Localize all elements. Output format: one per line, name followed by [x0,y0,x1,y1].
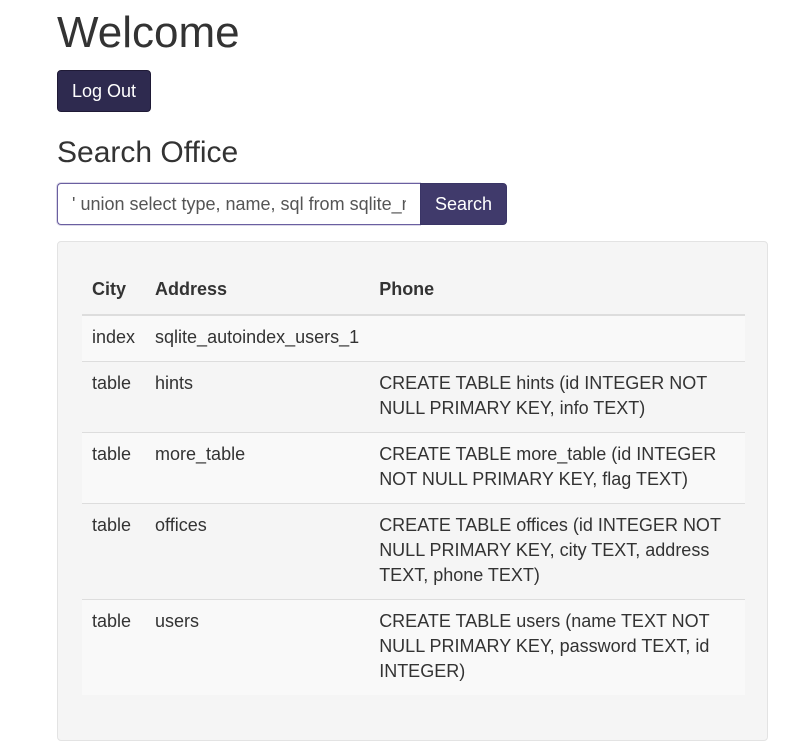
cell-phone: CREATE TABLE offices (id INTEGER NOT NUL… [369,503,745,600]
cell-city: table [82,361,146,433]
table-row: table users CREATE TABLE users (name TEX… [82,599,745,695]
column-header-city: City [82,266,146,316]
table-header-row: City Address Phone [82,266,745,316]
page: Welcome Log Out Search Office Search Cit… [0,0,797,752]
cell-city: index [82,314,146,362]
column-header-address: Address [145,266,370,316]
cell-city: table [82,432,146,504]
page-title: Welcome [57,8,240,57]
column-header-phone: Phone [369,266,745,316]
cell-address: hints [145,361,370,433]
results-panel: City Address Phone index sqlite_autoinde… [57,241,768,741]
cell-address: users [145,599,370,695]
search-input[interactable] [57,183,420,225]
cell-address: offices [145,503,370,600]
cell-city: table [82,599,146,695]
table-row: table more_table CREATE TABLE more_table… [82,432,745,504]
cell-city: table [82,503,146,600]
cell-phone [369,314,745,362]
cell-phone: CREATE TABLE hints (id INTEGER NOT NULL … [369,361,745,433]
search-form: Search [57,183,507,225]
results-table: City Address Phone index sqlite_autoinde… [82,266,745,695]
cell-phone: CREATE TABLE more_table (id INTEGER NOT … [369,432,745,504]
cell-address: more_table [145,432,370,504]
table-row: table hints CREATE TABLE hints (id INTEG… [82,361,745,433]
logout-button[interactable]: Log Out [57,70,151,112]
search-office-heading: Search Office [57,136,239,169]
search-button[interactable]: Search [420,183,507,225]
cell-phone: CREATE TABLE users (name TEXT NOT NULL P… [369,599,745,695]
table-row: index sqlite_autoindex_users_1 [82,314,745,362]
cell-address: sqlite_autoindex_users_1 [145,314,370,362]
table-row: table offices CREATE TABLE offices (id I… [82,503,745,600]
